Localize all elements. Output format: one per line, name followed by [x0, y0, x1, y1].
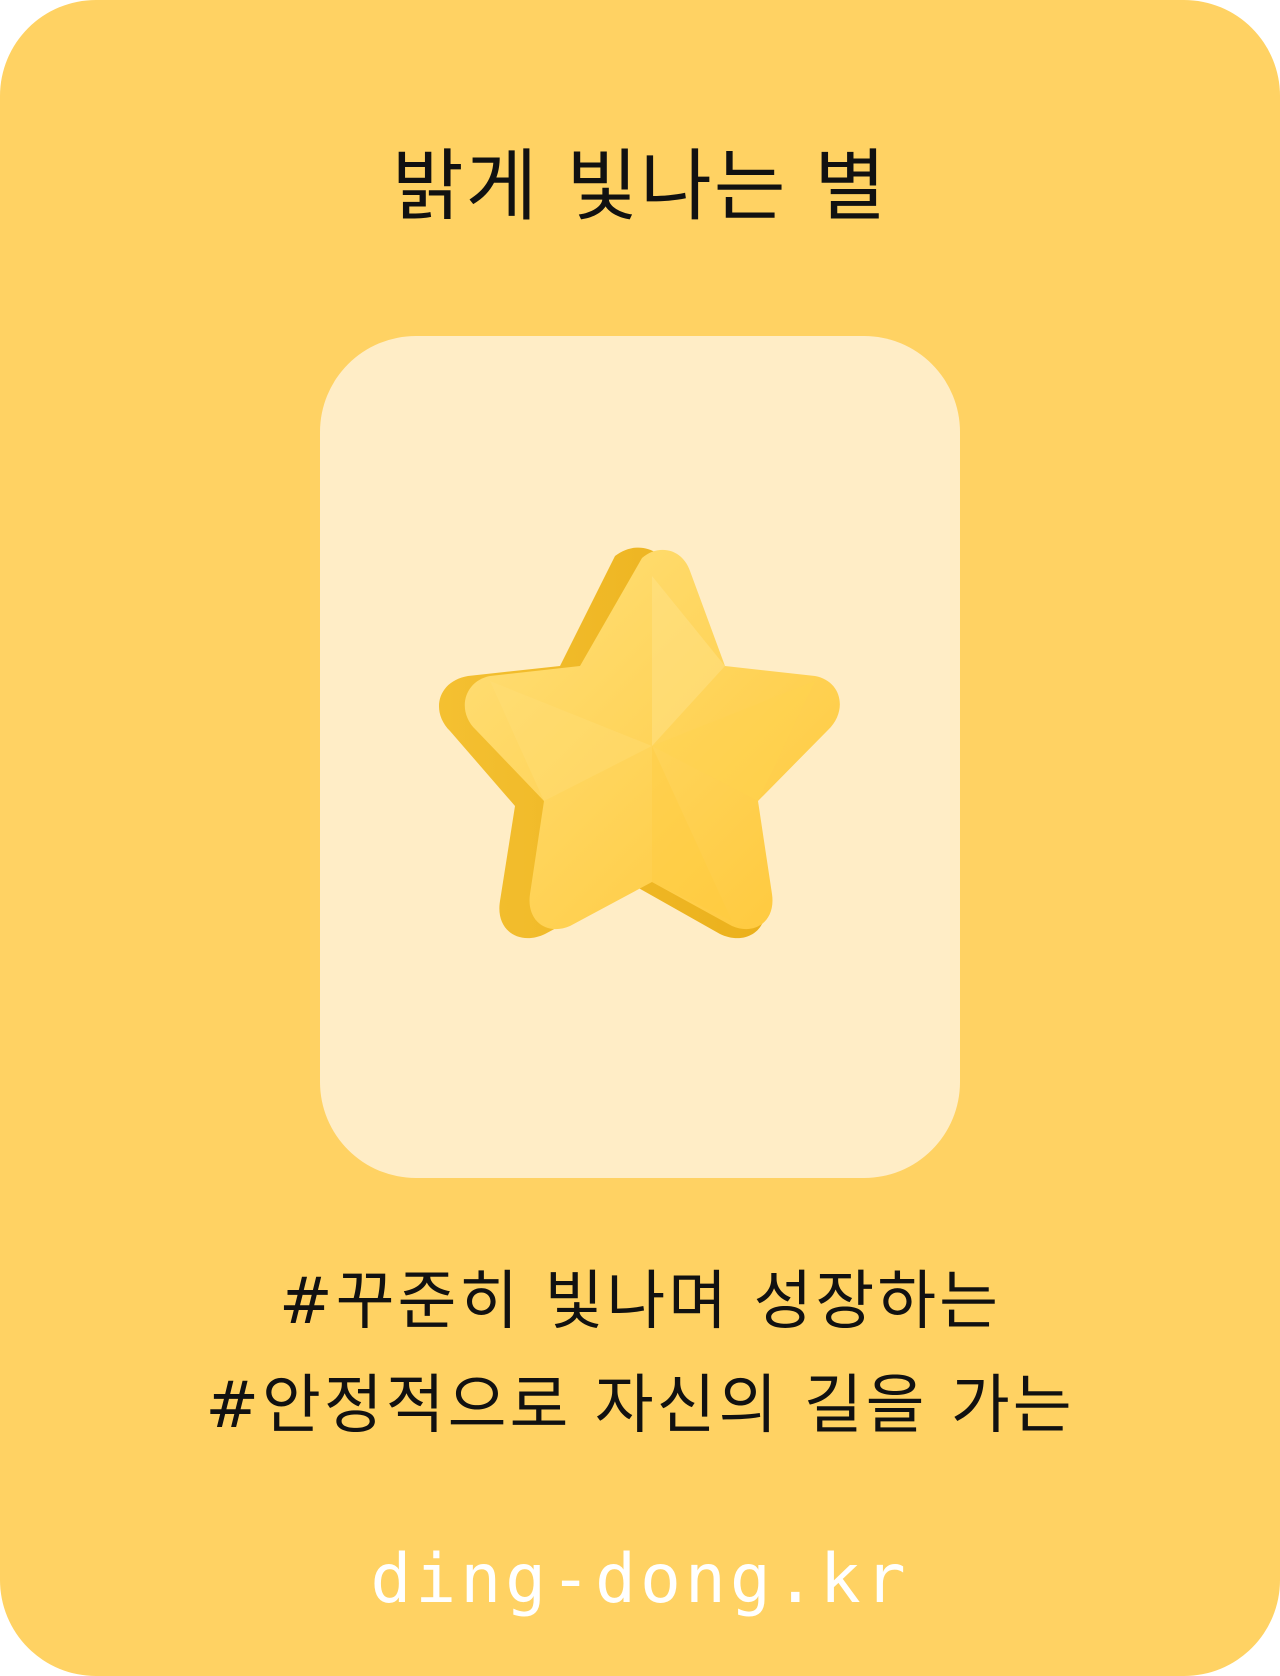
- hashtag-1: #꾸준히 빛나며 성장하는: [278, 1265, 1002, 1339]
- hashtag-list: #꾸준히 빛나며 성장하는 #안정적으로 자신의 길을 가는: [0, 1250, 1280, 1458]
- hashtag-2: #안정적으로 자신의 길을 가는: [205, 1369, 1075, 1443]
- image-panel: [320, 336, 960, 1178]
- star-icon: [438, 547, 840, 939]
- result-card: 밝게 빛나는 별 #꾸준히 빛나며 성장하는 #안정적으로 자신의 길을 가는 …: [0, 0, 1280, 1676]
- card-title: 밝게 빛나는 별: [391, 142, 889, 232]
- site-url: ding-dong.kr: [370, 1540, 910, 1619]
